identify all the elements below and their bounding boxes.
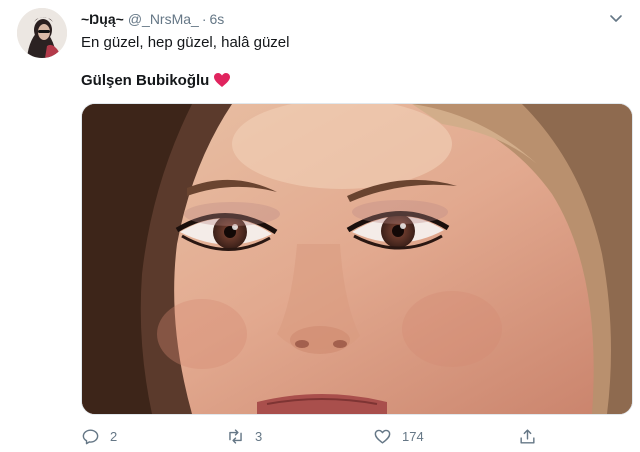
avatar[interactable] <box>17 8 67 58</box>
tweet-photo[interactable] <box>81 103 633 415</box>
retweet-icon <box>229 428 242 444</box>
separator-dot: · <box>201 11 207 27</box>
timestamp[interactable]: 6s <box>210 11 225 27</box>
like-count: 174 <box>402 428 424 444</box>
avatar-image <box>17 8 67 58</box>
display-name[interactable]: ~Ŋųą~ <box>81 11 124 27</box>
share-icon <box>520 428 535 444</box>
chevron-down-icon[interactable] <box>608 10 624 26</box>
share-button[interactable] <box>518 424 537 448</box>
tweet-text-line2: Gülşen Bubikoğlu <box>81 71 611 91</box>
tweet-header: ~Ŋųą~ @_NrsMa_ · 6s <box>81 10 224 28</box>
tweet-text: En güzel, hep güzel, halâ güzel Gülşen B… <box>81 33 611 91</box>
tweet-card[interactable]: ~Ŋųą~ @_NrsMa_ · 6s En güzel, hep güzel, ha… <box>0 0 640 452</box>
photo-closeup-face <box>82 104 632 414</box>
reply-button[interactable]: 2 <box>81 424 117 448</box>
like-button[interactable]: 174 <box>373 424 424 448</box>
tweet-text-line2-label: Gülşen Bubikoğlu <box>81 72 210 89</box>
reply-icon <box>82 428 99 444</box>
heart-outline-icon <box>374 429 391 444</box>
tweet-actions: 2 3 174 <box>81 424 621 448</box>
retweet-button[interactable]: 3 <box>226 424 262 448</box>
retweet-count: 3 <box>255 428 263 444</box>
red-heart-icon <box>214 73 231 87</box>
tweet-text-line1: En güzel, hep güzel, halâ güzel <box>81 34 290 51</box>
user-handle[interactable]: @_NrsMa_ <box>128 11 199 27</box>
reply-count: 2 <box>110 428 118 444</box>
